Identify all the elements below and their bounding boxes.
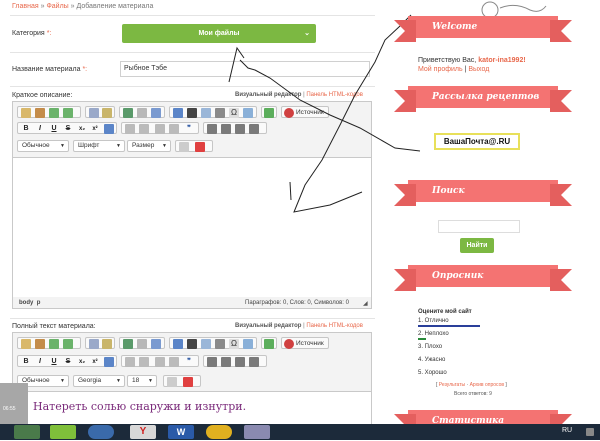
sidebar: Welcome Приветствую Вас, kator-ina1992! … bbox=[388, 0, 600, 436]
word-icon[interactable]: W bbox=[168, 425, 194, 439]
taskbar: Y W RU bbox=[0, 424, 600, 440]
poll-question: Оцените мой сайт bbox=[418, 309, 472, 315]
search-header: Поиск bbox=[394, 180, 572, 206]
language-indicator[interactable]: RU bbox=[562, 427, 572, 434]
logout-link[interactable]: Выход bbox=[468, 66, 489, 73]
poll-total: Всего ответов: 9 bbox=[454, 391, 492, 397]
app-icon[interactable] bbox=[50, 425, 76, 439]
chrome-icon[interactable] bbox=[88, 425, 114, 439]
poll-option: 3. Плохо bbox=[418, 344, 443, 350]
recipes-header: Рассылка рецептов bbox=[394, 86, 572, 112]
app-icon[interactable] bbox=[206, 425, 232, 439]
user-links: Мой профиль | Выход bbox=[418, 66, 490, 73]
poll-option: 2. Неплохо bbox=[418, 331, 449, 337]
desktop-app-icon[interactable] bbox=[14, 425, 40, 439]
search-button[interactable]: Найти bbox=[460, 238, 494, 253]
network-icon[interactable] bbox=[586, 428, 594, 436]
poll-results-link[interactable]: Результаты bbox=[439, 382, 465, 388]
paint-icon[interactable] bbox=[244, 425, 270, 439]
subscribe-email-button[interactable]: ВашаПочта@.RU bbox=[434, 133, 520, 150]
poll-option: 5. Хорошо bbox=[418, 370, 447, 376]
poll-option: 4. Ужасно bbox=[418, 357, 446, 363]
yandex-icon[interactable]: Y bbox=[130, 425, 156, 439]
profile-link[interactable]: Мой профиль bbox=[418, 66, 463, 73]
poll-bar bbox=[418, 325, 480, 327]
poll-bar bbox=[418, 338, 426, 340]
poll-archive-link[interactable]: Архив опросов bbox=[470, 382, 504, 388]
search-input[interactable] bbox=[438, 220, 520, 233]
welcome-header: Welcome bbox=[394, 16, 572, 42]
greeting-text: Приветствую Вас, kator-ina1992! bbox=[418, 57, 526, 64]
poll-header: Опросник bbox=[394, 265, 572, 291]
poll-option: 1. Отлично bbox=[418, 318, 449, 324]
poll-links: [ Результаты · Архив опросов ] bbox=[436, 382, 507, 388]
